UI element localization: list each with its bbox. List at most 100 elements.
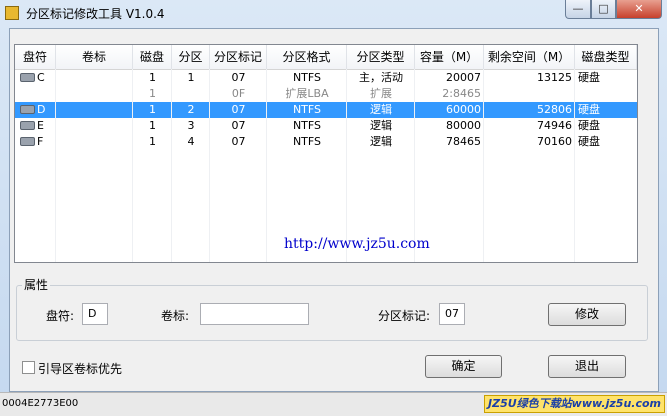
- col-flag[interactable]: 分区标记: [210, 45, 267, 69]
- cell-dtype: 硬盘: [575, 70, 637, 86]
- cell-free: 70160: [484, 134, 575, 150]
- partition-flag-input[interactable]: 07: [439, 303, 465, 325]
- cell-text: 13125: [537, 71, 572, 84]
- cell-type: 逻辑: [347, 134, 415, 150]
- cell-text: NTFS: [292, 71, 322, 84]
- cell-label: [56, 134, 133, 150]
- cell-drive: C: [15, 70, 56, 86]
- cell-text: 80000: [446, 119, 481, 132]
- table-row[interactable]: D 1 2 07 NTFS 逻辑 60000 52806 硬盘: [15, 102, 637, 118]
- cell-disk: 1: [133, 70, 172, 86]
- table-row[interactable]: 1 0F 扩展LBA 扩展 2:8465: [15, 86, 637, 102]
- cell-drive: D: [15, 102, 56, 118]
- boot-volume-priority-label[interactable]: 引导区卷标优先: [38, 360, 122, 377]
- grid-line: [346, 69, 347, 262]
- cell-text: 70160: [537, 135, 572, 148]
- cell-disk: 1: [133, 86, 172, 102]
- cell-label: [56, 118, 133, 134]
- drive-letter-label: 盘符:: [46, 309, 75, 323]
- cell-text: D: [37, 103, 46, 116]
- cell-text: 78465: [446, 135, 481, 148]
- cell-size: 60000: [415, 102, 484, 118]
- volume-label-input[interactable]: [200, 303, 309, 325]
- cell-text: 2: [187, 103, 195, 116]
- maximize-button[interactable]: □: [591, 0, 616, 19]
- col-size[interactable]: 容量（M）: [415, 45, 484, 69]
- cell-flag: 07: [210, 102, 267, 118]
- cell-label: [56, 86, 133, 102]
- cell-text: 扩展LBA: [285, 87, 329, 100]
- cell-dtype: [575, 86, 637, 102]
- cell-text: 硬盘: [578, 103, 600, 116]
- cell-text: 硬盘: [578, 71, 600, 84]
- cell-type: 逻辑: [347, 118, 415, 134]
- cell-fs: NTFS: [267, 102, 347, 118]
- cell-text: 07: [231, 103, 246, 116]
- cell-disk: 1: [133, 134, 172, 150]
- cell-free: 74946: [484, 118, 575, 134]
- title-bar[interactable]: 分区标记修改工具 V1.0.4 — □ ✕: [0, 0, 667, 28]
- col-format[interactable]: 分区格式: [267, 45, 347, 69]
- cell-disk: 1: [133, 118, 172, 134]
- disk-icon: [20, 137, 35, 146]
- cell-fs: NTFS: [267, 70, 347, 86]
- cell-size: 2:8465: [415, 86, 484, 102]
- cell-text: 07: [231, 71, 246, 84]
- modify-button[interactable]: 修改: [548, 303, 626, 326]
- ok-button[interactable]: 确定: [425, 355, 502, 378]
- col-label[interactable]: 卷标: [56, 45, 133, 69]
- boot-volume-priority-checkbox[interactable]: [22, 361, 35, 374]
- cell-text: NTFS: [292, 119, 322, 132]
- table-row[interactable]: C 1 1 07 NTFS 主，活动 20007 13125 硬盘: [15, 70, 637, 86]
- cell-text: C: [37, 71, 45, 84]
- cell-disk: 1: [133, 102, 172, 118]
- cell-text: 2:8465: [442, 87, 481, 100]
- col-drive[interactable]: 盘符: [15, 45, 56, 69]
- col-free[interactable]: 剩余空间（M）: [484, 45, 575, 69]
- col-disk[interactable]: 磁盘: [133, 45, 172, 69]
- volume-label-label: 卷标:: [161, 309, 190, 323]
- cell-text: 主，活动: [359, 71, 403, 84]
- cell-fs: NTFS: [267, 134, 347, 150]
- minimize-button[interactable]: —: [565, 0, 591, 19]
- col-partition[interactable]: 分区: [172, 45, 210, 69]
- disk-icon: [20, 73, 35, 82]
- drive-letter-field[interactable]: D: [82, 303, 108, 325]
- cell-text: 3: [187, 119, 195, 132]
- cell-flag: 07: [210, 70, 267, 86]
- col-disk-type[interactable]: 磁盘类型: [575, 45, 637, 69]
- cell-text: NTFS: [292, 135, 322, 148]
- website-url: http://www.jz5u.com: [284, 236, 430, 252]
- list-header: 盘符 卷标 磁盘 分区 分区标记 分区格式 分区类型 容量（M） 剩余空间（M）…: [15, 45, 637, 70]
- close-button[interactable]: ✕: [616, 0, 662, 19]
- cell-text: 60000: [446, 103, 481, 116]
- cell-text: 硬盘: [578, 119, 600, 132]
- cell-text: 1: [149, 71, 156, 84]
- cell-size: 78465: [415, 134, 484, 150]
- cell-text: NTFS: [292, 103, 322, 116]
- cell-free: 13125: [484, 70, 575, 86]
- grid-line: [209, 69, 210, 262]
- cell-label: [56, 70, 133, 86]
- table-row[interactable]: F 1 4 07 NTFS 逻辑 78465 70160 硬盘: [15, 134, 637, 150]
- cell-part: 2: [172, 102, 210, 118]
- cell-free: [484, 86, 575, 102]
- grid-line: [55, 69, 56, 262]
- cell-fs: NTFS: [267, 118, 347, 134]
- partition-list[interactable]: 盘符 卷标 磁盘 分区 分区标记 分区格式 分区类型 容量（M） 剩余空间（M）…: [14, 44, 638, 263]
- table-row[interactable]: E 1 3 07 NTFS 逻辑 80000 74946 硬盘: [15, 118, 637, 134]
- cell-text: 1: [149, 119, 156, 132]
- cell-text: 硬盘: [578, 135, 600, 148]
- status-text: 0004E2773E00: [2, 398, 79, 409]
- partition-flag-label: 分区标记:: [378, 309, 431, 323]
- col-type[interactable]: 分区类型: [347, 45, 415, 69]
- cell-text: 52806: [537, 103, 572, 116]
- exit-button[interactable]: 退出: [548, 355, 626, 378]
- cell-text: 逻辑: [370, 119, 392, 132]
- cell-drive: F: [15, 134, 56, 150]
- cell-text: 逻辑: [370, 135, 392, 148]
- cell-flag: 07: [210, 134, 267, 150]
- cell-drive: E: [15, 118, 56, 134]
- disk-icon: [20, 105, 35, 114]
- cell-text: 逻辑: [370, 103, 392, 116]
